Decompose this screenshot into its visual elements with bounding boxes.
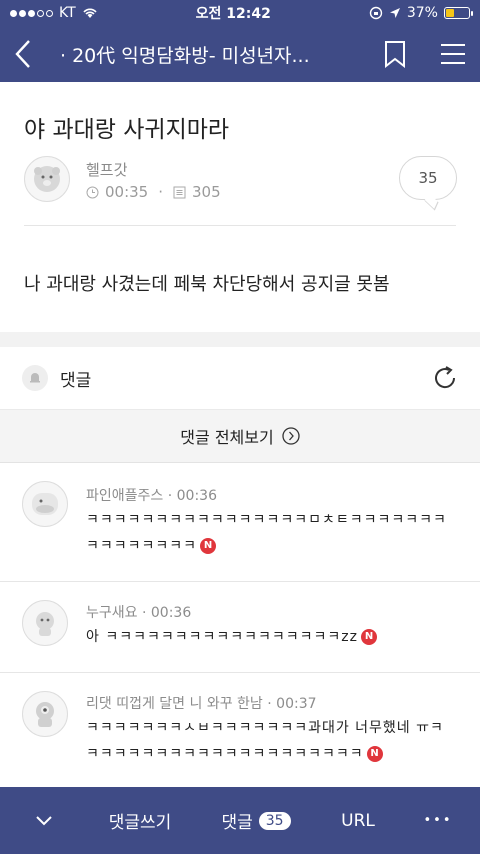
comment-meta: 누구새요 · 00:36 bbox=[86, 605, 192, 621]
comment-line: 아 ㅋㅋㅋㅋㅋㅋㅋㅋㅋㅋㅋㅋㅋㅋㅋㅋㅋzz bbox=[86, 629, 358, 645]
signal-icon bbox=[10, 9, 53, 17]
clock: 오전 12:42 bbox=[195, 6, 271, 22]
wifi-icon bbox=[83, 8, 97, 18]
bookmark-icon[interactable] bbox=[384, 40, 406, 68]
url-label: URL bbox=[341, 810, 375, 831]
status-bar: KT 오전 12:42 37% bbox=[0, 0, 480, 26]
comment-meta: 리댓 띠껍게 달면 니 와꾸 한남 · 00:37 bbox=[86, 696, 317, 712]
post-body: 나 과대랑 사겼는데 페북 차단당해서 공지글 못봄 bbox=[24, 274, 390, 295]
meta-separator: · bbox=[158, 183, 164, 201]
comments-button[interactable]: 댓글 35 bbox=[192, 787, 320, 854]
post-time: 00:35 bbox=[105, 183, 149, 201]
rotation-lock-icon bbox=[369, 6, 383, 20]
character-avatar-icon bbox=[34, 166, 60, 192]
clock-icon bbox=[86, 186, 99, 198]
author-avatar[interactable] bbox=[24, 156, 70, 202]
chevron-down-icon bbox=[36, 815, 52, 825]
comment-count: 35 bbox=[418, 169, 438, 187]
comment-line-wrap: ㅋㅋㅋㅋㅋㅋㅋㅋ N bbox=[86, 533, 447, 559]
view-all-label: 댓글 전체보기 bbox=[180, 428, 274, 447]
character-avatar-icon bbox=[36, 702, 54, 727]
comment-author[interactable]: 파인애플주스 bbox=[86, 488, 163, 504]
comments-section: 댓글 댓글 전체보기 파인애플주스 · 00:36 ㅋㅋㅋㅋㅋㅋㅋㅋㅋㅋㅋㅋㅋㅋ… bbox=[0, 347, 480, 787]
comment-time: 00:36 bbox=[176, 488, 217, 504]
comment-item: 리댓 띠껍게 달면 니 와꾸 한남 · 00:37 ㅋㅋㅋㅋㅋㅋㅋㅅㅂㅋㅋㅋㅋㅋ… bbox=[0, 673, 480, 787]
new-badge: N bbox=[200, 538, 217, 554]
comment-avatar[interactable] bbox=[22, 691, 68, 737]
battery-icon bbox=[443, 7, 473, 19]
character-avatar-icon bbox=[32, 493, 58, 515]
post-card: 야 과대랑 사귀지마라 헬프갓 00:35 · 305 35 나 과대랑 사겼는… bbox=[0, 82, 480, 332]
back-button[interactable] bbox=[14, 34, 48, 74]
comment-item: 파인애플주스 · 00:36 ㅋㅋㅋㅋㅋㅋㅋㅋㅋㅋㅋㅋㅋㅋㅋㅋㅁㅊㅌㅋㅋㅋㅋㅋㅋ… bbox=[0, 463, 480, 582]
write-comment-label: 댓글쓰기 bbox=[108, 813, 172, 833]
comments-label: 댓글 bbox=[60, 370, 92, 391]
comment-line: ㅋㅋㅋㅋㅋㅋㅋㅋㅋㅋㅋㅋㅋㅋㅋㅋㅋㅋㅋㅋ bbox=[86, 746, 364, 762]
comment-text: 아 ㅋㅋㅋㅋㅋㅋㅋㅋㅋㅋㅋㅋㅋㅋㅋㅋㅋzz N bbox=[86, 624, 377, 650]
top-bar: KT 오전 12:42 37% · 20代 익명담화방- 미성년자... bbox=[0, 0, 480, 82]
comment-line-wrap: ㅋㅋㅋㅋㅋㅋㅋㅋㅋㅋㅋㅋㅋㅋㅋㅋㅋㅋㅋㅋ N bbox=[86, 741, 444, 767]
more-button[interactable]: ••• bbox=[396, 787, 480, 854]
comment-avatar[interactable] bbox=[22, 600, 68, 646]
collapse-button[interactable] bbox=[0, 787, 88, 854]
chevron-right-circle-icon bbox=[282, 427, 300, 445]
url-button[interactable]: URL bbox=[320, 787, 396, 854]
new-badge: N bbox=[361, 629, 377, 645]
comment-text: ㅋㅋㅋㅋㅋㅋㅋㅋㅋㅋㅋㅋㅋㅋㅋㅋㅁㅊㅌㅋㅋㅋㅋㅋㅋㅋ ㅋㅋㅋㅋㅋㅋㅋㅋ N bbox=[86, 507, 447, 559]
menu-icon[interactable] bbox=[440, 43, 466, 65]
comment-count-bubble[interactable]: 35 bbox=[399, 156, 457, 200]
new-badge: N bbox=[366, 746, 383, 762]
comment-avatar[interactable] bbox=[22, 481, 68, 527]
write-comment-button[interactable]: 댓글쓰기 bbox=[88, 787, 192, 854]
location-icon bbox=[389, 8, 400, 18]
board-title[interactable]: · 20代 익명담화방- 미성년자... bbox=[48, 41, 384, 68]
post-meta: 00:35 · 305 bbox=[86, 183, 221, 201]
post-title: 야 과대랑 사귀지마라 bbox=[24, 117, 230, 143]
view-all-comments-button[interactable]: 댓글 전체보기 bbox=[0, 410, 480, 463]
comment-line: ㅋㅋㅋㅋㅋㅋㅋㅋㅋㅋㅋㅋㅋㅋㅋㅋㅁㅊㅌㅋㅋㅋㅋㅋㅋㅋ bbox=[86, 512, 447, 528]
post-views: 305 bbox=[192, 183, 221, 201]
nav-bar: · 20代 익명담화방- 미성년자... bbox=[0, 26, 480, 82]
character-avatar-icon bbox=[36, 612, 54, 636]
comment-time: 00:37 bbox=[276, 696, 317, 712]
carrier-label: KT bbox=[59, 5, 76, 21]
comment-line: ㅋㅋㅋㅋㅋㅋㅋㅅㅂㅋㅋㅋㅋㅋㅋㅋ과대가 너무했네 ㅠㅋ bbox=[86, 720, 444, 736]
comments-header: 댓글 bbox=[0, 347, 480, 410]
more-icon: ••• bbox=[423, 813, 453, 828]
comment-count-badge: 35 bbox=[258, 811, 291, 830]
comment-author[interactable]: 누구새요 bbox=[86, 605, 138, 621]
bell-icon[interactable] bbox=[22, 365, 48, 391]
battery-percent: 37% bbox=[406, 5, 438, 21]
views-icon bbox=[173, 186, 186, 198]
post-author[interactable]: 헬프갓 bbox=[86, 159, 127, 180]
chevron-left-icon bbox=[15, 40, 30, 68]
comment-item: 누구새요 · 00:36 아 ㅋㅋㅋㅋㅋㅋㅋㅋㅋㅋㅋㅋㅋㅋㅋㅋㅋzz N bbox=[0, 582, 480, 673]
comment-line-wrap: 아 ㅋㅋㅋㅋㅋㅋㅋㅋㅋㅋㅋㅋㅋㅋㅋㅋㅋzz N bbox=[86, 624, 377, 650]
divider bbox=[24, 225, 456, 226]
comment-time: 00:36 bbox=[150, 605, 192, 621]
comment-text: ㅋㅋㅋㅋㅋㅋㅋㅅㅂㅋㅋㅋㅋㅋㅋㅋ과대가 너무했네 ㅠㅋ ㅋㅋㅋㅋㅋㅋㅋㅋㅋㅋㅋㅋ… bbox=[86, 715, 444, 767]
refresh-icon[interactable] bbox=[432, 365, 458, 391]
bottom-toolbar: 댓글쓰기 댓글 35 URL ••• bbox=[0, 787, 480, 854]
comment-author[interactable]: 리댓 띠껍게 달면 니 와꾸 한남 bbox=[86, 696, 263, 712]
comment-meta: 파인애플주스 · 00:36 bbox=[86, 488, 217, 504]
comments-label: 댓글 bbox=[221, 813, 253, 833]
comment-line: ㅋㅋㅋㅋㅋㅋㅋㅋ bbox=[86, 538, 198, 554]
